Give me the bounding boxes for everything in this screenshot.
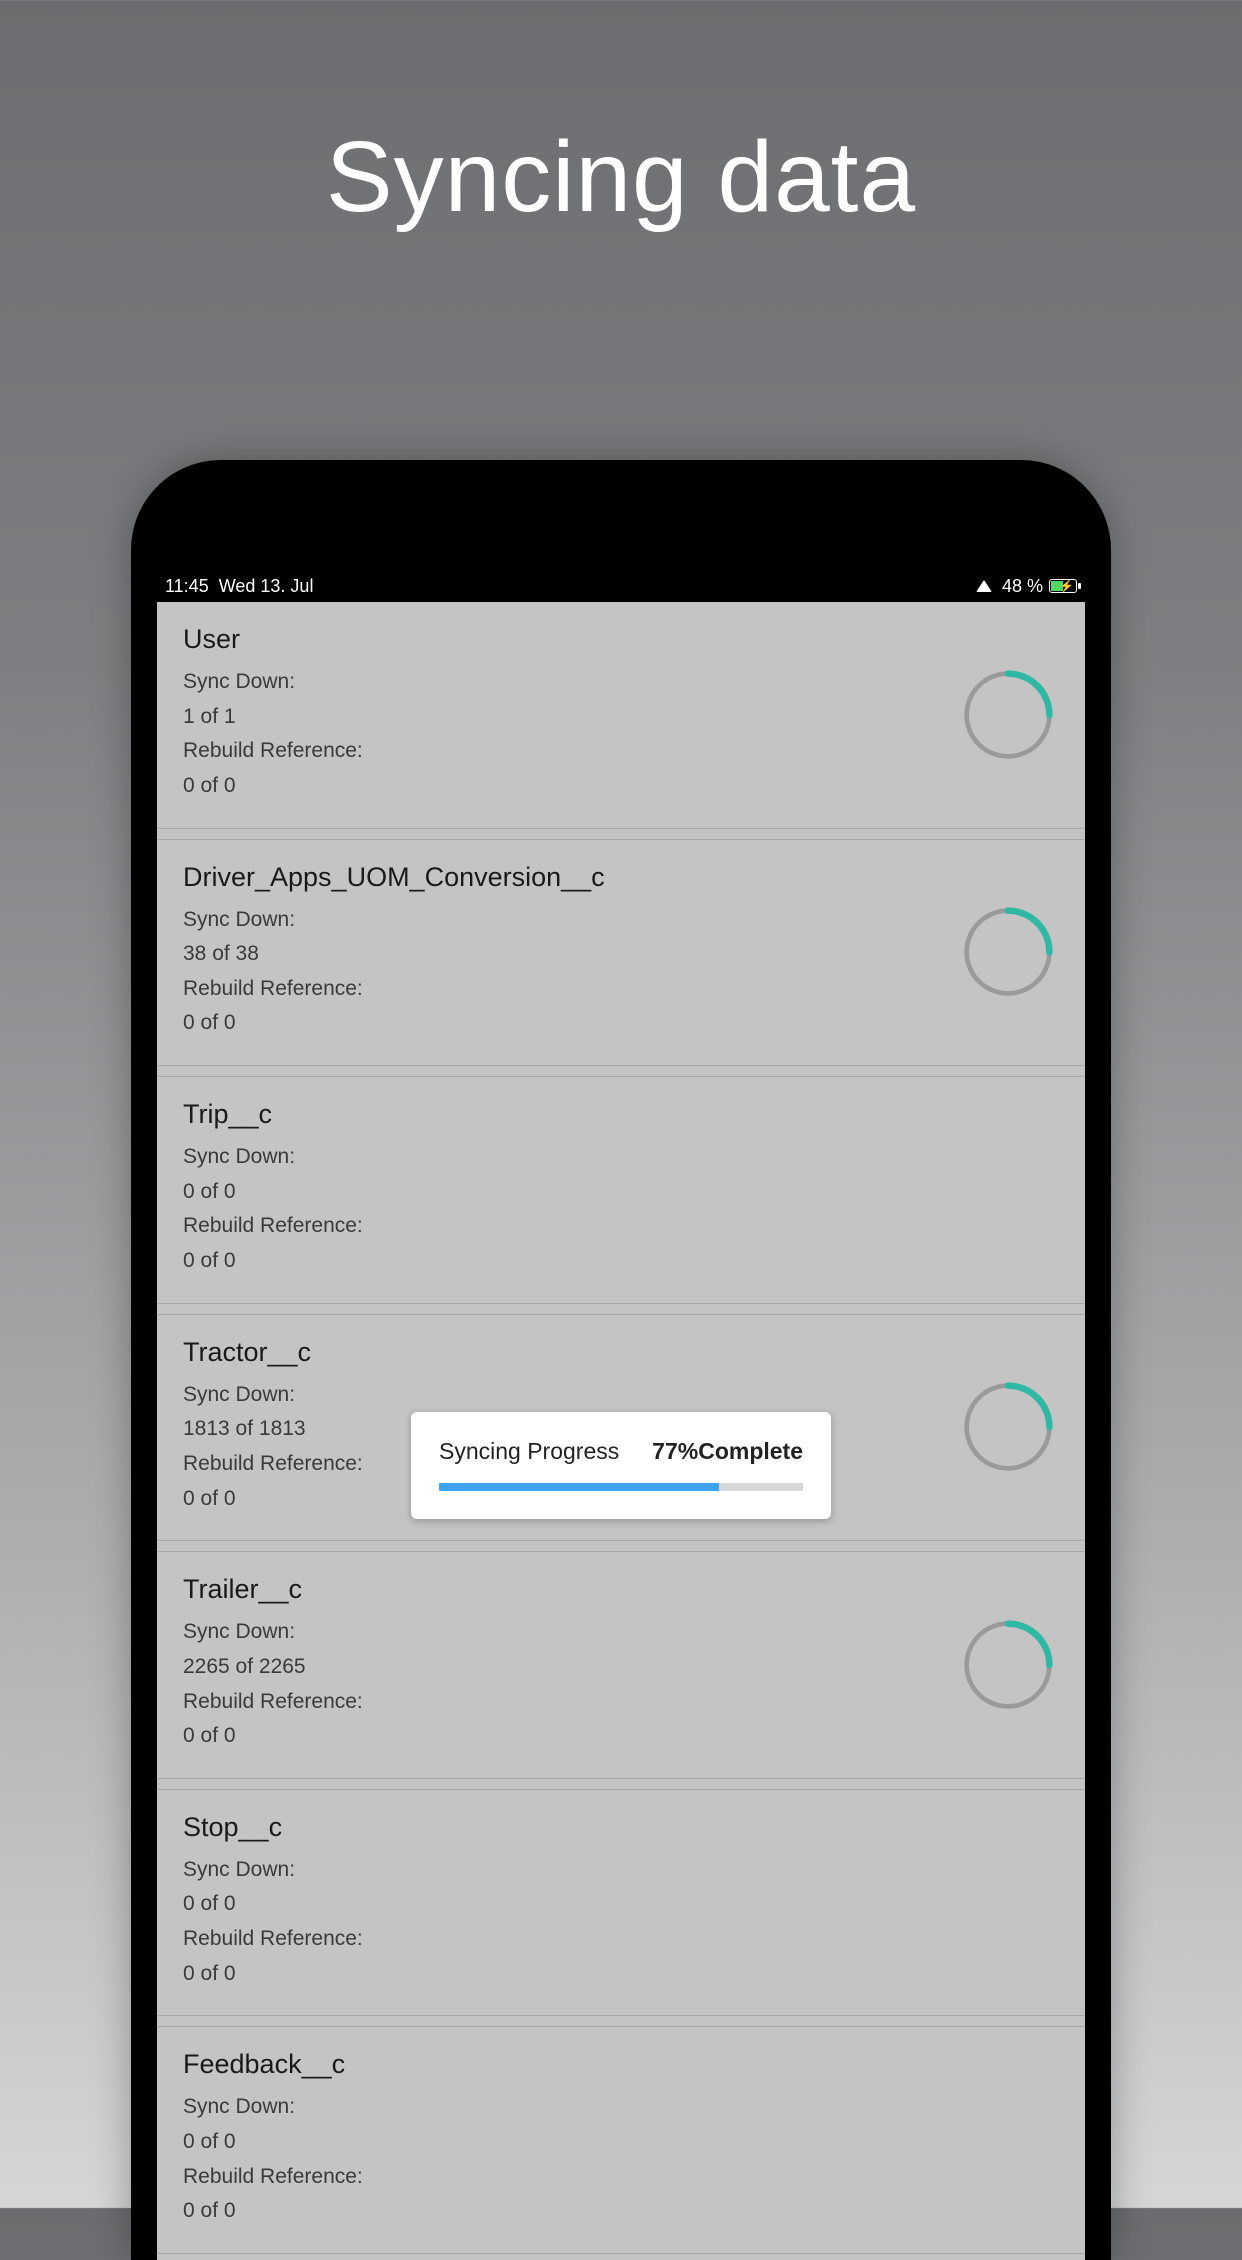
sync-card: Trailer__c Sync Down:2265 of 2265Rebuild … (157, 1551, 1085, 1779)
sync-card: User Sync Down:1 of 1Rebuild Reference:0 … (157, 602, 1085, 829)
sync-card: Stop__cSync Down:0 of 0Rebuild Reference… (157, 1789, 1085, 2017)
sync-down-count: 2265 of 2265 (183, 1650, 1059, 1685)
sync-progress-modal: Syncing Progress 77%Complete (411, 1412, 831, 1519)
wifi-icon (976, 580, 992, 592)
rebuild-ref-label: Rebuild Reference: (183, 972, 1059, 1007)
sync-down-label: Sync Down: (183, 1615, 1059, 1650)
progress-fill (439, 1483, 719, 1491)
status-time: 11:45 (165, 576, 209, 597)
modal-percent-text: 77%Complete (652, 1438, 803, 1465)
rebuild-ref-label: Rebuild Reference: (183, 1685, 1059, 1720)
progress-track (439, 1483, 803, 1491)
spinner-icon (961, 668, 1055, 762)
sync-down-count: 0 of 0 (183, 1175, 1059, 1210)
spinner-icon (961, 1618, 1055, 1712)
rebuild-ref-count: 0 of 0 (183, 1006, 1059, 1041)
status-date: Wed 13. Jul (219, 576, 314, 597)
sync-down-label: Sync Down: (183, 665, 1059, 700)
device-screen-wrapper: 11:45 Wed 13. Jul 48 % ⚡ UserSync Down:1… (157, 570, 1085, 2260)
modal-title: Syncing Progress (439, 1438, 619, 1465)
sync-card-title: Stop__c (183, 1812, 1059, 1843)
spinner-icon (961, 905, 1055, 999)
spinner-icon (961, 1380, 1055, 1474)
rebuild-ref-count: 0 of 0 (183, 1957, 1059, 1992)
sync-card-title: Trip__c (183, 1099, 1059, 1130)
charging-icon: ⚡ (1059, 579, 1074, 593)
sync-card-title: Trailer__c (183, 1574, 1059, 1605)
rebuild-ref-label: Rebuild Reference: (183, 2160, 1059, 2195)
rebuild-ref-label: Rebuild Reference: (183, 1922, 1059, 1957)
sync-card-title: Driver_Apps_UOM_Conversion__c (183, 862, 1059, 893)
battery-icon: ⚡ (1049, 579, 1077, 593)
sync-card-title: Tractor__c (183, 1337, 1059, 1368)
status-bar: 11:45 Wed 13. Jul 48 % ⚡ (157, 570, 1085, 602)
sync-down-label: Sync Down: (183, 1140, 1059, 1175)
sync-card: Feedback__cSync Down:0 of 0Rebuild Refer… (157, 2026, 1085, 2254)
app-screen: UserSync Down:1 of 1Rebuild Reference:0 … (157, 602, 1085, 2260)
sync-card-title: User (183, 624, 1059, 655)
sync-down-label: Sync Down: (183, 1853, 1059, 1888)
sync-down-label: Sync Down: (183, 2090, 1059, 2125)
rebuild-ref-count: 0 of 0 (183, 769, 1059, 804)
sync-down-count: 0 of 0 (183, 2125, 1059, 2160)
sync-card: Trip__cSync Down:0 of 0Rebuild Reference… (157, 1076, 1085, 1304)
sync-down-count: 38 of 38 (183, 937, 1059, 972)
rebuild-ref-count: 0 of 0 (183, 1244, 1059, 1279)
battery-percent: 48 % (1002, 576, 1043, 597)
sync-down-label: Sync Down: (183, 1378, 1059, 1413)
rebuild-ref-label: Rebuild Reference: (183, 734, 1059, 769)
sync-card: Driver_Apps_UOM_Conversion__c Sync Down:3… (157, 839, 1085, 1067)
rebuild-ref-label: Rebuild Reference: (183, 1209, 1059, 1244)
page-title: Syncing data (0, 120, 1242, 235)
rebuild-ref-count: 0 of 0 (183, 2194, 1059, 2229)
sync-down-count: 0 of 0 (183, 1887, 1059, 1922)
device-frame: 11:45 Wed 13. Jul 48 % ⚡ UserSync Down:1… (131, 460, 1111, 2260)
rebuild-ref-count: 0 of 0 (183, 1719, 1059, 1754)
sync-down-count: 1 of 1 (183, 700, 1059, 735)
sync-card-title: Feedback__c (183, 2049, 1059, 2080)
sync-down-label: Sync Down: (183, 903, 1059, 938)
